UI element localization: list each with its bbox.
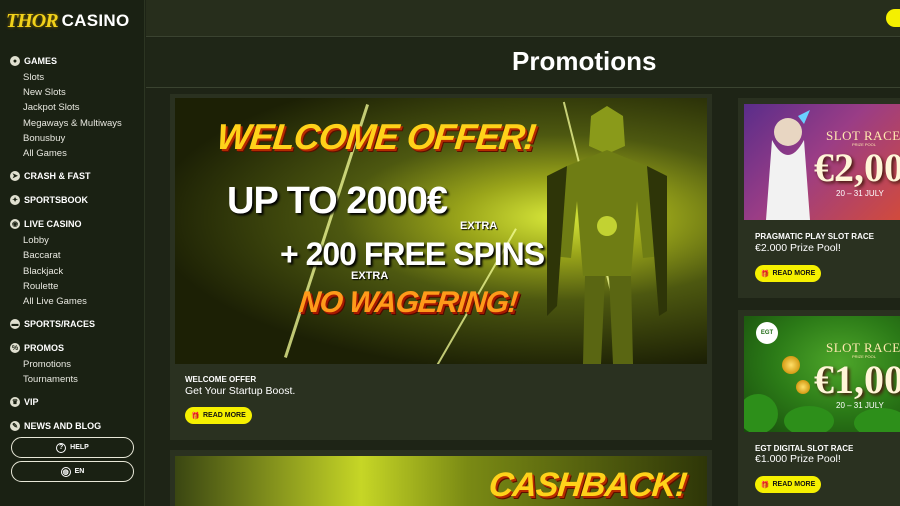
sidebar-item-all-live-games[interactable]: All Live Games	[0, 294, 145, 309]
nav-section-news-blog[interactable]: ✎ NEWS AND BLOG	[0, 417, 145, 435]
race-description: €2.000 Prize Pool!	[755, 242, 841, 254]
egt-logo: EGT	[756, 322, 778, 344]
sidebar: THOR CASINO ● GAMES Slots New Slots Jackp…	[0, 0, 145, 506]
banner-line1: UP TO 2000€	[227, 180, 448, 222]
nav-section-games[interactable]: ● GAMES	[0, 52, 145, 70]
help-button[interactable]: ? HELP	[11, 437, 134, 458]
brand-logo[interactable]: THOR CASINO	[6, 4, 145, 38]
clover-decoration	[744, 394, 778, 432]
gift-icon: 🎁	[191, 412, 200, 420]
nav-section-sports-races[interactable]: ▬ SPORTS/RACES	[0, 315, 145, 333]
nav-section-sportsbook[interactable]: ✦ SPORTSBOOK	[0, 191, 145, 209]
read-more-button[interactable]: 🎁 READ MORE	[755, 265, 821, 282]
race-label: EGT DIGITAL SLOT RACE	[755, 444, 854, 453]
nav-section-crash-fast[interactable]: ➤ CRASH & FAST	[0, 167, 145, 185]
gift-icon: 🎁	[760, 481, 770, 489]
race-dates: 20 – 31 JULY	[836, 401, 884, 410]
pragmatic-race-banner[interactable]: SLOT RACE PRIZE POOL €2,00 20 – 31 JULY	[744, 104, 900, 220]
race-card-pragmatic: SLOT RACE PRIZE POOL €2,00 20 – 31 JULY …	[738, 98, 900, 298]
banner-line2-tag: EXTRA	[351, 270, 389, 282]
race-amount: €2,00	[814, 145, 900, 190]
race-amount: €1,00	[814, 357, 900, 402]
race-card-egt: EGT SLOT RACE PRIZE POOL €1,00 20 – 31 J…	[738, 310, 900, 506]
nav-section-promos[interactable]: % PROMOS	[0, 339, 145, 357]
sidebar-item-bonusbuy[interactable]: Bonusbuy	[0, 131, 145, 146]
sidebar-item-baccarat[interactable]: Baccarat	[0, 248, 145, 263]
sidebar-item-promotions[interactable]: Promotions	[0, 357, 145, 372]
globe-icon: ◍	[60, 466, 71, 477]
promo-description: Get Your Startup Boost.	[185, 385, 296, 397]
sidebar-item-blackjack[interactable]: Blackjack	[0, 264, 145, 279]
race-label: PRAGMATIC PLAY SLOT RACE	[755, 232, 874, 241]
banner-line2: + 200 FREE SPINS	[280, 236, 545, 272]
clover-decoration	[854, 408, 900, 432]
language-button[interactable]: ◍ EN	[11, 461, 134, 482]
rocket-icon: ➤	[10, 171, 20, 182]
help-icon: ?	[56, 442, 67, 453]
news-icon: ✎	[10, 421, 20, 432]
sidebar-item-new-slots[interactable]: New Slots	[0, 85, 145, 100]
promos-icon: %	[10, 343, 20, 354]
cashback-headline: CASHBACK!	[487, 466, 688, 504]
logo-thor-text: THOR	[6, 9, 59, 32]
promo-label: WELCOME OFFER	[185, 375, 257, 384]
top-bar	[146, 0, 900, 37]
thor-hero-illustration	[547, 106, 667, 364]
sidebar-nav: ● GAMES Slots New Slots Jackpot Slots Meg…	[0, 52, 145, 435]
gift-icon: 🎁	[760, 270, 770, 278]
coin-decoration	[782, 356, 800, 374]
sidebar-item-tournaments[interactable]: Tournaments	[0, 372, 145, 387]
nav-section-vip[interactable]: ♛ VIP	[0, 393, 145, 411]
live-casino-icon: ◉	[10, 219, 20, 230]
banner-line1-tag: EXTRA	[460, 220, 498, 232]
nav-section-live-casino[interactable]: ◉ LIVE CASINO	[0, 215, 145, 233]
sidebar-item-all-games[interactable]: All Games	[0, 146, 145, 161]
read-more-button[interactable]: 🎁 READ MORE	[755, 476, 821, 493]
logo-casino-text: CASINO	[61, 11, 130, 30]
sidebar-item-slots[interactable]: Slots	[0, 70, 145, 85]
sidebar-item-roulette[interactable]: Roulette	[0, 279, 145, 294]
promo-card-cashback: CASHBACK!	[170, 450, 712, 506]
zeus-illustration	[766, 110, 810, 220]
read-more-button[interactable]: 🎁 READ MORE	[185, 407, 252, 424]
sidebar-item-jackpot-slots[interactable]: Jackpot Slots	[0, 100, 145, 115]
welcome-offer-banner[interactable]: WELCOME OFFER! UP TO 2000€ EXTRA + 200 F…	[175, 98, 707, 364]
banner-headline: WELCOME OFFER!	[214, 116, 538, 157]
games-icon: ●	[10, 56, 20, 66]
promo-card-welcome: WELCOME OFFER! UP TO 2000€ EXTRA + 200 F…	[170, 94, 712, 440]
clover-decoration	[784, 406, 834, 432]
page-title: Promotions	[512, 46, 657, 76]
race-dates: 20 – 31 JULY	[836, 189, 884, 198]
login-button[interactable]	[886, 9, 900, 27]
vip-icon: ♛	[10, 397, 20, 408]
sidebar-item-lobby[interactable]: Lobby	[0, 233, 145, 248]
race-description: €1.000 Prize Pool!	[755, 453, 841, 465]
cashback-banner[interactable]: CASHBACK!	[175, 456, 707, 506]
egt-race-banner[interactable]: EGT SLOT RACE PRIZE POOL €1,00 20 – 31 J…	[744, 316, 900, 432]
sidebar-item-megaways[interactable]: Megaways & Multiways	[0, 116, 145, 131]
banner-line3: NO WAGERING!	[297, 286, 519, 319]
races-icon: ▬	[10, 319, 20, 330]
sports-icon: ✦	[10, 195, 20, 206]
coin-decoration	[796, 380, 810, 394]
